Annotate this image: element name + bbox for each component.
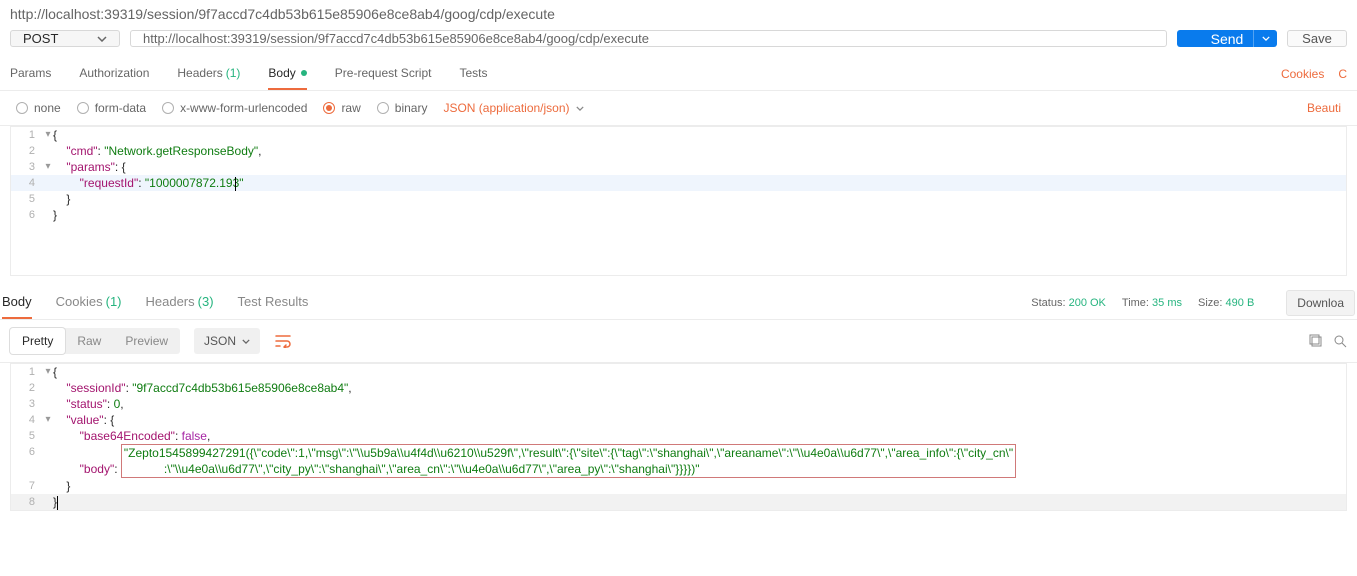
body-type-none[interactable]: none bbox=[16, 101, 61, 115]
tab-body-label: Body bbox=[268, 66, 295, 80]
radio-icon bbox=[162, 102, 174, 114]
tab-tests[interactable]: Tests bbox=[459, 57, 487, 90]
tab-body[interactable]: Body bbox=[268, 57, 306, 90]
cookies-link[interactable]: Cookies bbox=[1281, 67, 1324, 81]
viewmode-pretty[interactable]: Pretty bbox=[10, 328, 65, 354]
url-input[interactable]: http://localhost:39319/session/9f7accd7c… bbox=[130, 30, 1167, 47]
body-modified-dot bbox=[301, 70, 307, 76]
copy-icon[interactable] bbox=[1309, 334, 1323, 348]
radio-icon bbox=[323, 102, 335, 114]
wrap-icon bbox=[274, 334, 292, 348]
response-body-viewer[interactable]: 1▾{ 2 "sessionId": "9f7accd7c4db53b615e8… bbox=[10, 363, 1347, 511]
code-link[interactable]: C bbox=[1338, 67, 1347, 81]
url-value: http://localhost:39319/session/9f7accd7c… bbox=[143, 31, 649, 46]
radio-icon bbox=[77, 102, 89, 114]
tab-prerequest[interactable]: Pre-request Script bbox=[335, 57, 432, 90]
radio-icon bbox=[377, 102, 389, 114]
headers-count: (1) bbox=[226, 66, 241, 80]
chevron-down-icon bbox=[97, 36, 107, 42]
radio-icon bbox=[16, 102, 28, 114]
body-type-formdata[interactable]: form-data bbox=[77, 101, 146, 115]
http-method-select[interactable]: POST bbox=[10, 30, 120, 47]
resp-tab-body[interactable]: Body bbox=[2, 286, 32, 319]
viewmode-preview[interactable]: Preview bbox=[113, 328, 180, 354]
beautify-link[interactable]: Beauti bbox=[1307, 101, 1341, 115]
resp-tab-cookies[interactable]: Cookies (1) bbox=[56, 286, 122, 319]
breadcrumb: http://localhost:39319/session/9f7accd7c… bbox=[0, 0, 1357, 30]
http-method-label: POST bbox=[23, 31, 58, 46]
tab-params[interactable]: Params bbox=[10, 57, 51, 90]
body-type-raw[interactable]: raw bbox=[323, 101, 360, 115]
status-block: Status: 200 OK bbox=[1031, 297, 1106, 309]
view-mode-segment: Pretty Raw Preview bbox=[10, 328, 180, 354]
save-label: Save bbox=[1302, 31, 1332, 46]
body-type-urlencoded[interactable]: x-www-form-urlencoded bbox=[162, 101, 307, 115]
tab-headers[interactable]: Headers (1) bbox=[177, 57, 240, 90]
time-block: Time: 35 ms bbox=[1122, 297, 1182, 309]
content-type-select[interactable]: JSON (application/json) bbox=[443, 101, 583, 115]
save-button[interactable]: Save bbox=[1287, 30, 1347, 47]
body-type-binary[interactable]: binary bbox=[377, 101, 428, 115]
chevron-down-icon bbox=[1262, 36, 1270, 41]
request-body-editor[interactable]: 1▾{2 "cmd": "Network.getResponseBody",3▾… bbox=[10, 126, 1347, 276]
tab-headers-label: Headers bbox=[177, 66, 222, 80]
chevron-down-icon bbox=[576, 106, 584, 111]
wrap-toggle[interactable] bbox=[274, 334, 292, 348]
send-button[interactable]: Send bbox=[1177, 30, 1277, 47]
download-button[interactable]: Downloa bbox=[1286, 290, 1355, 316]
response-type-select[interactable]: JSON bbox=[194, 328, 260, 354]
chevron-down-icon bbox=[242, 339, 250, 344]
tab-authorization[interactable]: Authorization bbox=[79, 57, 149, 90]
send-label: Send bbox=[1211, 31, 1244, 47]
send-dropdown-toggle[interactable] bbox=[1253, 30, 1277, 47]
viewmode-raw[interactable]: Raw bbox=[65, 328, 113, 354]
resp-tab-headers[interactable]: Headers (3) bbox=[146, 286, 214, 319]
search-icon[interactable] bbox=[1333, 334, 1347, 348]
size-block: Size: 490 B bbox=[1198, 297, 1254, 309]
resp-tab-testresults[interactable]: Test Results bbox=[238, 286, 309, 319]
